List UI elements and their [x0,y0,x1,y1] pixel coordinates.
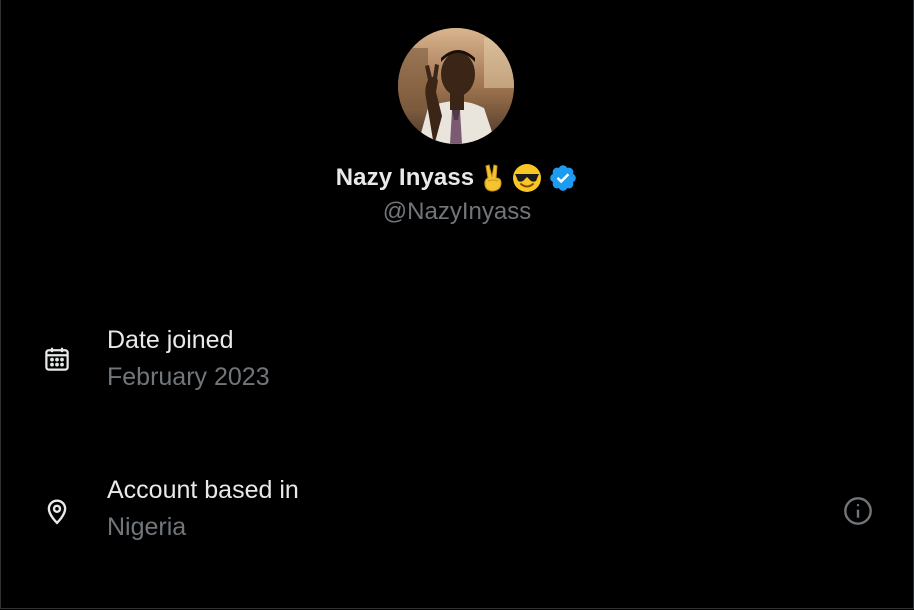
victory-hand-emoji [480,164,506,192]
verified-badge-icon[interactable] [548,163,578,193]
calendar-icon [40,342,74,376]
account-based-in-label: Account based in [107,476,299,504]
account-based-in-row: Account based in Nigeria [0,470,914,550]
victory-hand-icon [484,164,502,192]
sunglasses-emoji [512,163,542,193]
name-row: Nazy Inyass [0,160,914,196]
sunglasses-face-icon [513,164,542,192]
date-joined-row: Date joined February 2023 [0,320,914,400]
info-icon[interactable] [840,493,876,529]
avatar[interactable] [398,28,514,144]
account-based-in-value: Nigeria [107,513,187,541]
date-joined-label: Date joined [107,326,234,354]
location-pin-icon [40,494,74,528]
user-handle: @NazyInyass [382,198,532,225]
date-joined-value: February 2023 [107,363,270,391]
display-name: Nazy Inyass [335,164,475,191]
avatar-photo [398,28,514,144]
